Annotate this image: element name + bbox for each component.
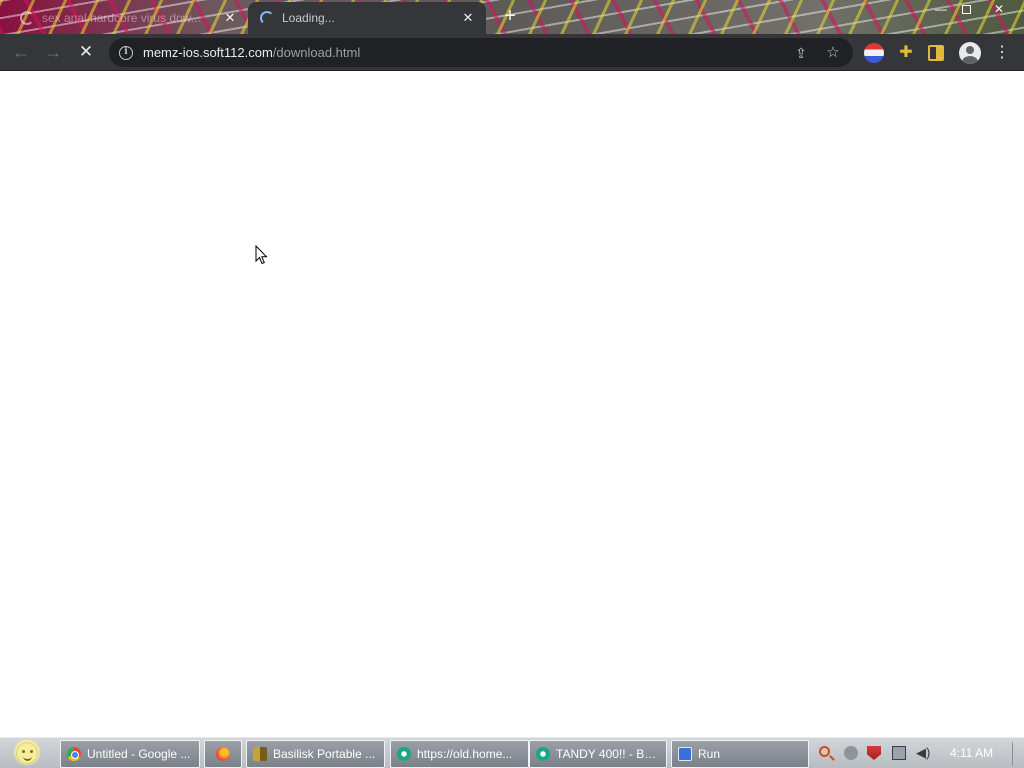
smiley-tray-icon[interactable] [844,746,858,760]
search-icon[interactable] [819,746,830,757]
taskbar-button-label: Untitled - Google ... [87,747,191,761]
loading-icon [20,11,34,25]
show-desktop-button[interactable] [1012,742,1020,766]
close-icon[interactable]: ✕ [222,10,238,26]
minimize-button[interactable]: — [927,1,955,19]
loading-spinner-icon [260,11,274,25]
firefox-icon [216,747,230,761]
side-panel-icon[interactable] [928,45,944,61]
volume-icon[interactable]: ◀) [916,746,930,760]
taskbar-button-label: Basilisk Portable ... [273,747,376,761]
extensions-puzzle-icon[interactable]: ✚ [896,43,916,63]
mouse-cursor-icon [255,245,268,265]
address-bar[interactable]: i memz-ios.soft112.com/download.html ⇪ ☆ [109,38,853,67]
system-clock[interactable]: 4:11 AM [950,746,993,760]
run-icon [678,747,692,761]
back-button[interactable]: ← [9,41,33,65]
page-content [0,71,1024,737]
close-icon[interactable]: ✕ [460,10,476,26]
taskbar-button-label: Run [698,747,721,761]
profile-avatar-icon[interactable] [959,42,981,64]
close-window-button[interactable]: ✕ [985,1,1013,19]
bookmark-star-icon[interactable]: ☆ [825,45,841,61]
browser-toolbar: ← → ✕ i memz-ios.soft112.com/download.ht… [0,34,1024,71]
kebab-menu-icon[interactable]: ⋮ [994,43,1010,63]
site-info-icon[interactable]: i [119,45,133,60]
taskbar-button-label: https://old.home... [417,747,513,761]
restore-icon [961,5,971,14]
tab-active[interactable]: Loading... ✕ [248,2,486,34]
taskbar-button-label: TANDY 400!! - Ba... [556,747,660,761]
tab-title: Loading... [282,11,335,25]
taskbar: Untitled - Google ... Basilisk Portable … [0,737,1024,768]
smiley-logo-icon [16,742,38,764]
tab-title: sex anal hardcore virus dow... [42,11,201,25]
url-host: memz-ios.soft112.com [143,45,273,60]
tab-background[interactable]: sex anal hardcore virus dow... ✕ [8,2,248,34]
tab-strip: sex anal hardcore virus dow... ✕ Loading… [0,0,1024,34]
basilisk-icon [253,747,267,761]
taskbar-button-old-home[interactable]: https://old.home... [390,740,529,768]
new-tab-button[interactable]: + [499,6,521,28]
url-path: /download.html [272,45,361,60]
network-icon[interactable] [892,746,906,760]
forward-button[interactable]: → [41,41,65,65]
edge-icon [397,747,411,761]
maximize-button[interactable] [952,1,980,19]
security-shield-icon[interactable] [867,746,881,760]
edge-icon [536,747,550,761]
taskbar-button-chrome[interactable]: Untitled - Google ... [60,740,200,768]
taskbar-button-firefox[interactable] [204,740,242,768]
start-button[interactable] [6,739,48,768]
taskbar-button-basilisk[interactable]: Basilisk Portable ... [246,740,385,768]
taskbar-button-tandy[interactable]: TANDY 400!! - Ba... [529,740,667,768]
share-icon[interactable]: ⇪ [793,45,809,61]
stop-loading-button[interactable]: ✕ [74,41,98,65]
vpn-flag-icon[interactable] [864,43,884,63]
taskbar-button-run[interactable]: Run [671,740,809,768]
chrome-icon [67,747,81,761]
